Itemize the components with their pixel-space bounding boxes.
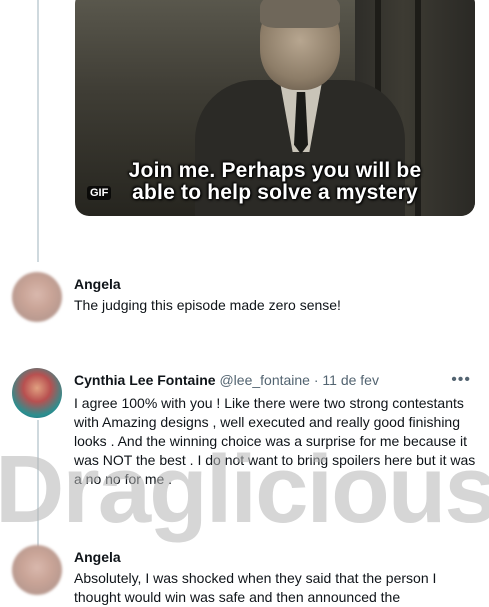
more-dots-icon[interactable]: •••: [451, 371, 471, 389]
gif-figure-hair: [260, 0, 340, 28]
avatar[interactable]: [12, 368, 62, 418]
gif-caption-line1: Join me. Perhaps you will be: [128, 159, 422, 182]
avatar[interactable]: [12, 272, 62, 322]
reply-author-name-text[interactable]: Cynthia Lee Fontaine: [74, 372, 216, 388]
gif-badge: GIF: [87, 186, 112, 200]
gif-caption-line2: able to help solve a mystery: [132, 181, 418, 204]
reply-text: I agree 100% with you ! Like there were …: [74, 395, 476, 487]
reply-author-name[interactable]: Angela: [74, 276, 121, 292]
reply-author-name[interactable]: Angela: [74, 549, 121, 565]
thread-connector: [37, 0, 39, 262]
reply-text: The judging this episode made zero sense…: [74, 297, 341, 313]
gif-media[interactable]: Join me. Perhaps you will be able to hel…: [75, 0, 475, 216]
thread-connector: [37, 420, 39, 548]
reply-author-name[interactable]: Cynthia Lee Fontaine @lee_fontaine · 11 …: [74, 372, 379, 388]
avatar[interactable]: [12, 545, 62, 595]
reply-handle-date[interactable]: @lee_fontaine · 11 de fev: [219, 372, 379, 388]
reply-text: Absolutely, I was shocked when they said…: [74, 570, 437, 605]
